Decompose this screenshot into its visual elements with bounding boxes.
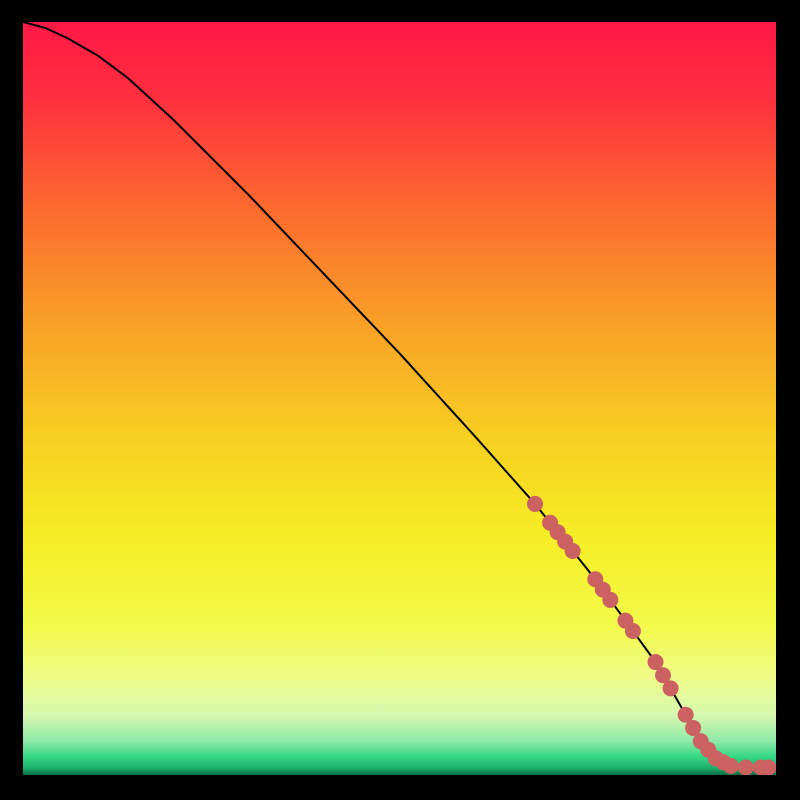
marker-dot: [527, 496, 543, 512]
marker-dot: [738, 759, 754, 775]
marker-dot: [625, 623, 641, 639]
marker-dot: [663, 680, 679, 696]
marker-dot: [602, 592, 618, 608]
chart-frame: TheBottleneck.com: [23, 22, 776, 775]
chart-svg: [23, 22, 776, 775]
marker-dot: [723, 758, 739, 774]
marker-dot: [565, 543, 581, 559]
